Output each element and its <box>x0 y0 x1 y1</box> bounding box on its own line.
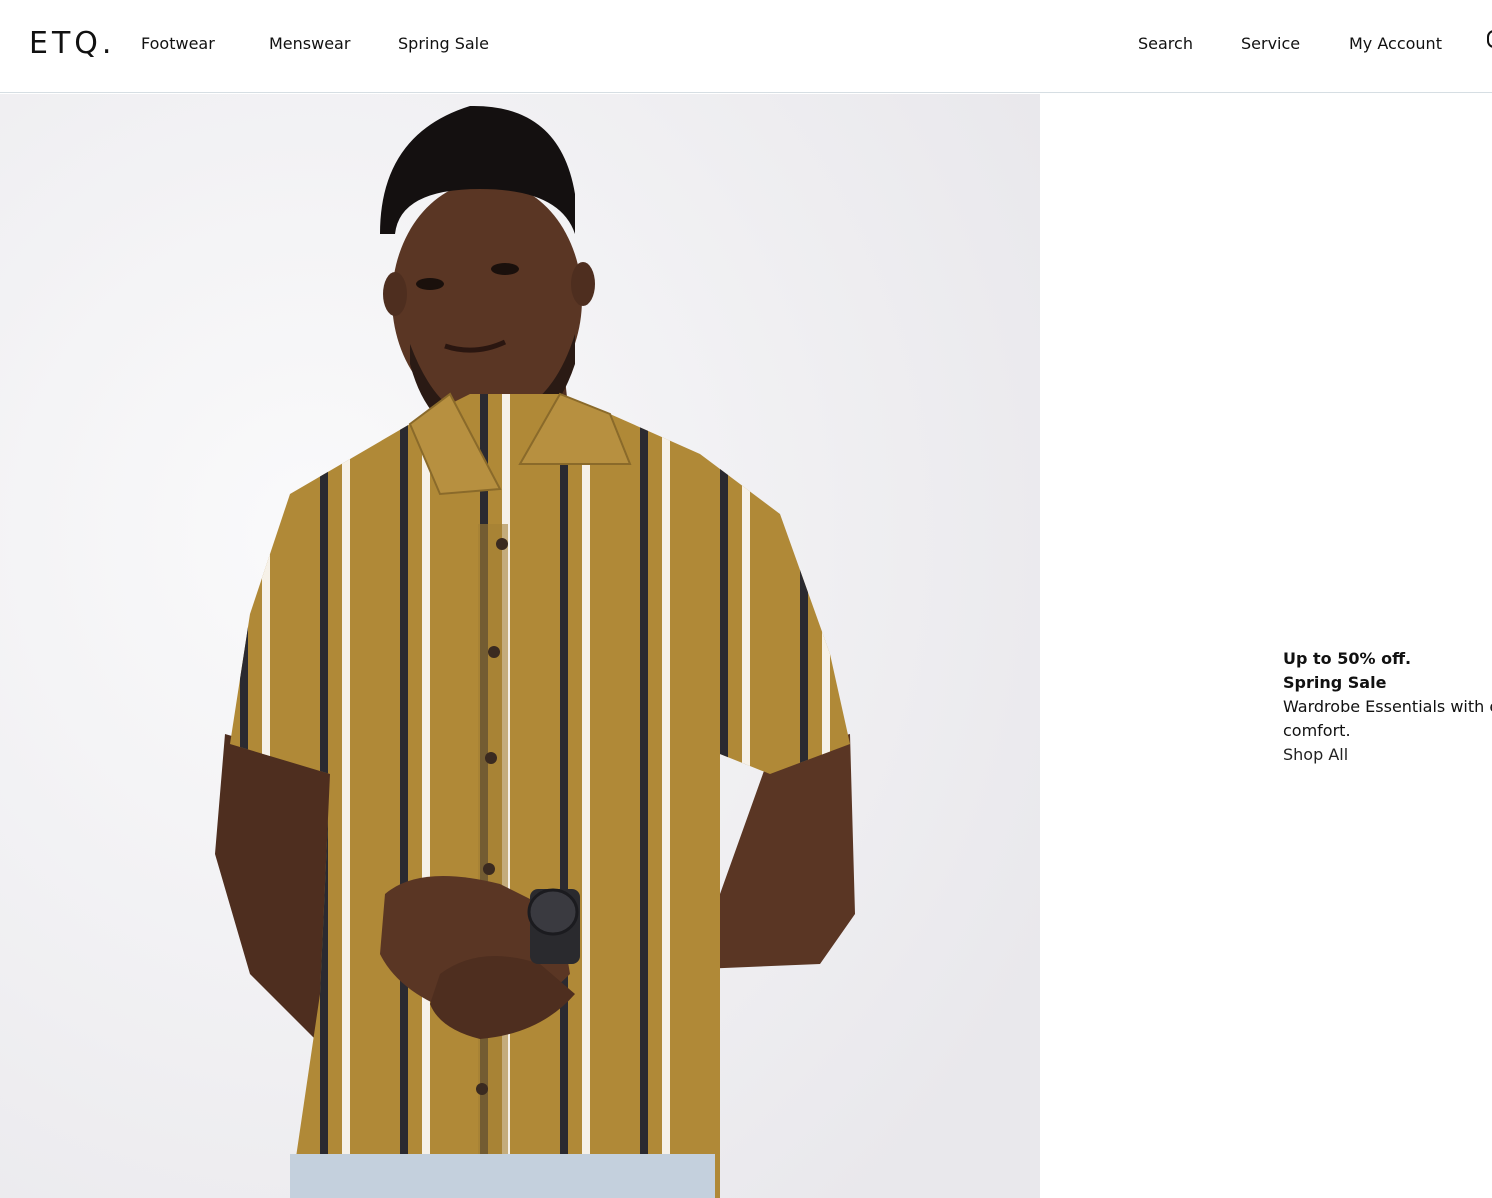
site-header: ETQ. Footwear Menswear Spring Sale Searc… <box>0 0 1492 93</box>
promo-description-line2: comfort. <box>1283 721 1351 740</box>
hero-image[interactable] <box>0 94 1040 1198</box>
model-photo <box>0 94 1040 1198</box>
shop-all-link[interactable]: Shop All <box>1283 743 1492 767</box>
promo-block: Up to 50% off. Spring Sale Wardrobe Esse… <box>1283 647 1492 767</box>
logo[interactable]: ETQ. <box>29 26 115 62</box>
nav-search[interactable]: Search <box>1138 34 1193 54</box>
promo-description-line1: Wardrobe Essentials with er <box>1283 697 1492 716</box>
promo-discount: Up to 50% off. <box>1283 649 1412 668</box>
nav-spring-sale[interactable]: Spring Sale <box>398 34 489 54</box>
nav-service[interactable]: Service <box>1241 34 1300 54</box>
nav-menswear[interactable]: Menswear <box>269 34 350 54</box>
promo-title: Spring Sale <box>1283 673 1387 692</box>
nav-my-account[interactable]: My Account <box>1349 34 1442 54</box>
nav-footwear[interactable]: Footwear <box>141 34 215 54</box>
bag-icon[interactable] <box>1487 30 1492 48</box>
